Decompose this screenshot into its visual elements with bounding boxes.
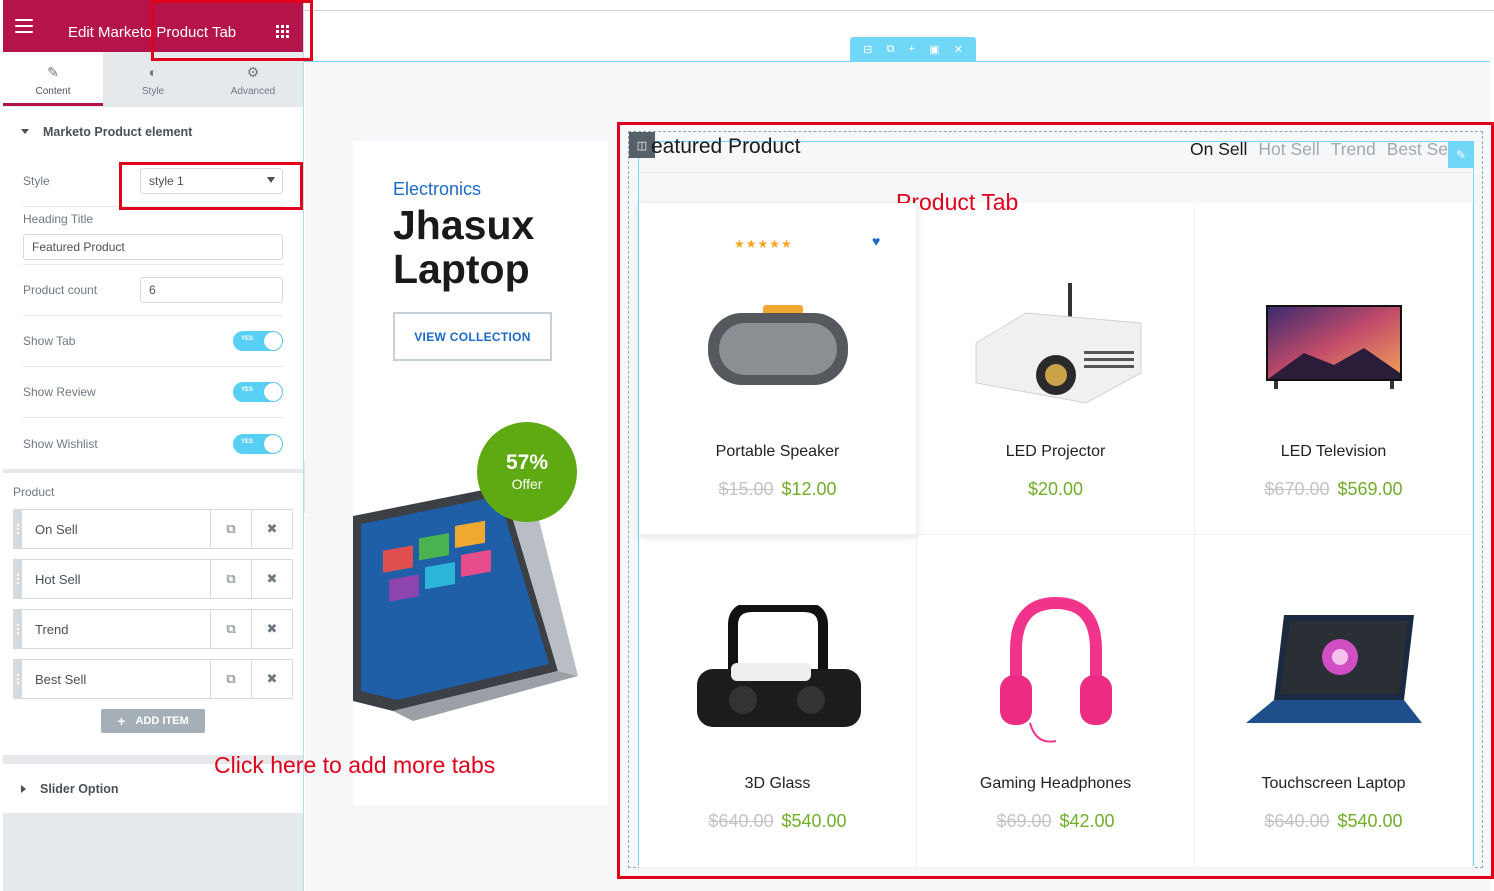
tab-advanced-label: Advanced — [230, 86, 276, 97]
toggle-yes-text: YES — [241, 387, 254, 393]
section-toolbar: ⊟ ⧉ + ▣ ✕ — [850, 37, 976, 61]
offer-badge: 57% Offer — [477, 422, 577, 522]
remove-icon[interactable]: ✖ — [251, 510, 292, 548]
remove-icon[interactable]: ✖ — [251, 560, 292, 598]
show-review-toggle[interactable]: YES — [233, 382, 283, 402]
show-wishlist-toggle[interactable]: YES — [233, 433, 283, 454]
gear-icon: ⚙ — [246, 64, 260, 80]
slider-section-title: Slider Option — [40, 781, 119, 796]
remove-icon[interactable]: ✖ — [251, 660, 292, 698]
repeater-item-title[interactable]: On Sell — [22, 510, 210, 548]
badge-text: Offer — [511, 476, 543, 492]
sale-price: $12.00 — [781, 479, 837, 499]
old-price: $15.00 — [718, 479, 774, 499]
repeater-item[interactable]: Trend ⧉ ✖ — [13, 609, 293, 649]
toggle-yes-text: YES — [241, 336, 254, 342]
product-card[interactable]: ★★★★★ ♥ Portable Speaker $15.00 $12.00 — [639, 203, 917, 535]
annotation-add-tabs-hint: Click here to add more tabs — [214, 752, 496, 778]
repeater-item[interactable]: Best Sell ⧉ ✖ — [13, 659, 293, 699]
pencil-icon: ✎ — [47, 64, 59, 80]
caret-right-icon — [21, 784, 26, 793]
duplicate-icon[interactable]: ⧉ — [210, 610, 251, 648]
repeater-item[interactable]: Hot Sell ⧉ ✖ — [13, 559, 293, 599]
controls-panel: Marketo Product element Style style 1 He… — [3, 106, 303, 813]
contrast-icon: ◐ — [148, 64, 158, 80]
promo-category[interactable]: Electronics — [393, 179, 481, 200]
columns-icon[interactable]: ⊟ — [863, 43, 872, 56]
drag-handle-icon[interactable] — [14, 560, 22, 598]
duplicate-icon[interactable]: ⧉ — [210, 510, 251, 548]
show-wishlist-label: Show Wishlist — [23, 436, 98, 451]
promo-title: Jhasux Laptop — [393, 202, 535, 292]
toggle-knob — [264, 383, 282, 401]
section-outline — [304, 61, 1490, 62]
annotation-box-widget-name — [151, 0, 313, 61]
product-count-control: Product count 6 — [23, 265, 283, 316]
remove-icon[interactable]: ✖ — [251, 610, 292, 648]
menu-icon[interactable] — [15, 19, 33, 33]
badge-percent: 57% — [505, 451, 549, 474]
show-review-control: Show Review YES — [23, 367, 283, 418]
add-item-button[interactable]: + ADD ITEM — [101, 709, 205, 733]
tab-content[interactable]: ✎ Content — [3, 52, 103, 106]
repeater-item[interactable]: On Sell ⧉ ✖ — [13, 509, 293, 549]
show-tab-control: Show Tab YES — [23, 316, 283, 367]
product-repeater: Product On Sell ⧉ ✖ Hot Sell ⧉ ✖ Trend ⧉… — [3, 469, 303, 755]
tab-content-label: Content — [35, 86, 71, 97]
drag-handle-icon[interactable] — [14, 660, 22, 698]
repeater-label: Product — [13, 485, 55, 499]
show-tab-label: Show Tab — [23, 334, 76, 348]
add-section-icon[interactable]: + — [909, 43, 915, 55]
show-wishlist-control: Show Wishlist YES — [23, 418, 283, 469]
heading-title-control: Heading Title Featured Product — [23, 207, 283, 265]
add-item-label: ADD ITEM — [135, 715, 189, 727]
drag-handle-icon[interactable] — [14, 510, 22, 548]
laptop-image — [353, 486, 578, 721]
toggle-knob — [264, 434, 282, 453]
product-image[interactable] — [639, 263, 916, 433]
plus-icon: + — [117, 713, 126, 729]
wishlist-heart-icon[interactable]: ♥ — [872, 233, 880, 249]
show-tab-toggle[interactable]: YES — [233, 331, 283, 351]
section-title: Marketo Product element — [43, 124, 193, 139]
divider — [304, 10, 1494, 11]
repeater-item-title[interactable]: Best Sell — [22, 660, 210, 698]
caret-down-icon — [21, 129, 29, 134]
heading-title-input[interactable]: Featured Product — [23, 233, 283, 260]
show-review-label: Show Review — [23, 385, 96, 399]
toggle-knob — [264, 332, 282, 350]
duplicate-icon[interactable]: ⧉ — [210, 660, 251, 698]
drag-handle-icon[interactable] — [14, 610, 22, 648]
duplicate-section-icon[interactable]: ⧉ — [886, 43, 894, 56]
promo-card: Electronics Jhasux Laptop VIEW COLLECTIO… — [353, 141, 608, 805]
repeater-item-title[interactable]: Trend — [22, 610, 210, 648]
product-count-label: Product count — [23, 283, 98, 297]
product-price: $15.00 $12.00 — [639, 479, 916, 500]
save-icon[interactable]: ▣ — [929, 43, 939, 56]
tab-style-label: Style — [141, 86, 165, 97]
rating-stars: ★★★★★ — [734, 237, 793, 251]
product-name[interactable]: Portable Speaker — [639, 443, 916, 461]
section-marketo-product[interactable]: Marketo Product element — [3, 106, 303, 156]
toggle-yes-text: YES — [241, 438, 254, 445]
product-count-input[interactable]: 6 — [140, 277, 283, 303]
heading-title-label: Heading Title — [23, 211, 94, 226]
annotation-box-style — [119, 162, 303, 210]
close-icon[interactable]: ✕ — [954, 43, 963, 56]
duplicate-icon[interactable]: ⧉ — [210, 560, 251, 598]
repeater-item-title[interactable]: Hot Sell — [22, 560, 210, 598]
view-collection-button[interactable]: VIEW COLLECTION — [393, 312, 552, 361]
